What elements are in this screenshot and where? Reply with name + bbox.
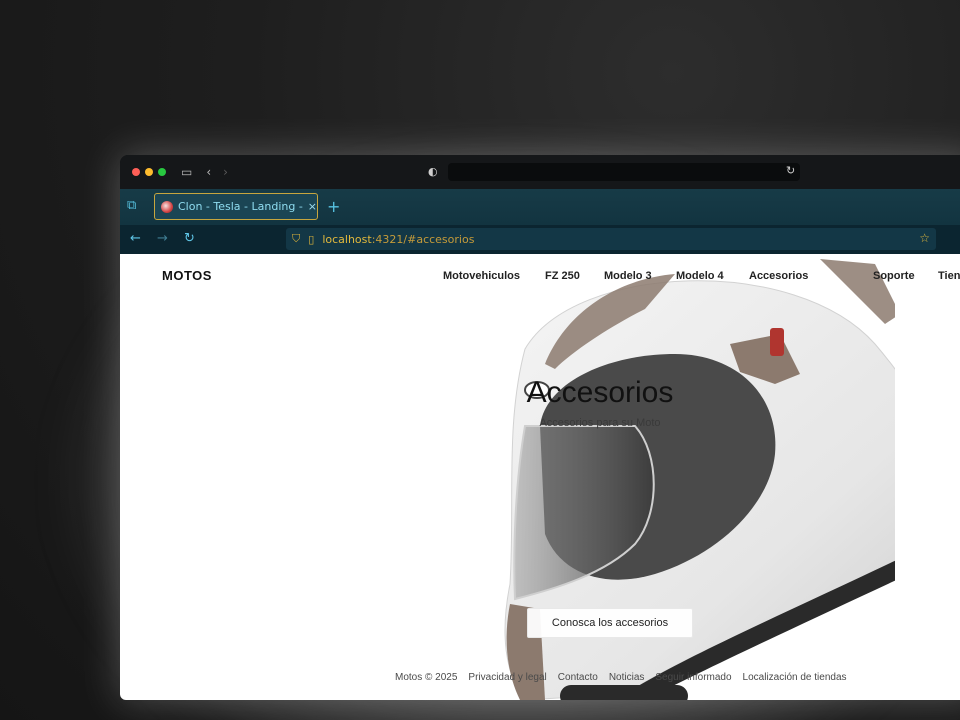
accessories-cta-button[interactable]: Conosca los accesorios (527, 608, 693, 638)
floating-toolbar[interactable] (560, 685, 688, 700)
shield-icon[interactable]: ◐ (428, 165, 438, 178)
new-tab-button[interactable]: + (327, 197, 340, 216)
forward-icon[interactable]: › (223, 165, 228, 179)
footer-copyright: Motos © 2025 (395, 672, 458, 683)
site-logo[interactable]: MOTOS (162, 268, 212, 283)
close-window-button[interactable] (132, 168, 140, 176)
tab-close-icon[interactable]: × (308, 200, 317, 213)
footer-links: Motos © 2025 Privacidad y legal Contacto… (395, 672, 847, 683)
bookmark-star-icon[interactable]: ☆ (919, 231, 930, 245)
sidebar-icon[interactable]: ▭ (181, 165, 192, 179)
url-path: :4321/#accesorios (371, 232, 475, 246)
back-arrow-icon[interactable]: ← (130, 231, 141, 246)
footer-privacy-link[interactable]: Privacidad y legal (468, 672, 546, 683)
footer-follow-link[interactable]: Seguir informado (655, 672, 731, 683)
title-bar: ▭ ‹ › ◐ ↻ (120, 155, 960, 189)
tab-title: Clon - Tesla - Landing - Motos (178, 200, 306, 213)
zoom-window-button[interactable] (158, 168, 166, 176)
forward-arrow-icon[interactable]: → (157, 231, 168, 246)
nav-motovehiculos[interactable]: Motovehiculos (443, 270, 520, 282)
tracking-shield-icon[interactable]: ⛉ (292, 232, 300, 246)
address-bar[interactable]: ⛉ ▯ localhost :4321/#accesorios ☆ (286, 228, 936, 250)
nav-modelo-3[interactable]: Modelo 3 (604, 270, 652, 282)
footer-contact-link[interactable]: Contacto (558, 672, 598, 683)
reload-icon[interactable]: ↻ (786, 164, 795, 177)
hero-title: Accesorios (526, 376, 674, 409)
nav-modelo-4[interactable]: Modelo 4 (676, 270, 724, 282)
back-icon[interactable]: ‹ (206, 165, 211, 179)
tabs-icon[interactable]: ⧉ (127, 198, 141, 213)
navigation-bar: ← → ↻ ⛉ ▯ localhost :4321/#accesorios ☆ (120, 225, 960, 254)
refresh-icon[interactable]: ↻ (184, 231, 195, 246)
top-address-bar[interactable] (448, 163, 800, 181)
web-page: MOTOS Motovehiculos FZ 250 Modelo 3 Mode… (120, 254, 960, 700)
favicon-icon (161, 200, 173, 213)
minimize-window-button[interactable] (145, 168, 153, 176)
url-host: localhost (322, 232, 372, 246)
footer-news-link[interactable]: Noticias (609, 672, 645, 683)
active-tab[interactable]: Clon - Tesla - Landing - Motos × (154, 193, 318, 220)
nav-tienda[interactable]: Tien (938, 270, 960, 282)
nav-accesorios[interactable]: Accesorios (749, 270, 808, 282)
browser-window: ▭ ‹ › ◐ ↻ ⧉ Clon - Tesla - Landing - Mot… (120, 155, 960, 700)
nav-soporte[interactable]: Soporte (873, 270, 915, 282)
hero-subtitle: Accesorios para su Moto (539, 417, 661, 429)
footer-stores-link[interactable]: Localización de tiendas (743, 672, 847, 683)
page-icon: ▯ (308, 232, 315, 246)
nav-fz250[interactable]: FZ 250 (545, 270, 580, 282)
tab-bar: ⧉ Clon - Tesla - Landing - Motos × + (120, 189, 960, 225)
